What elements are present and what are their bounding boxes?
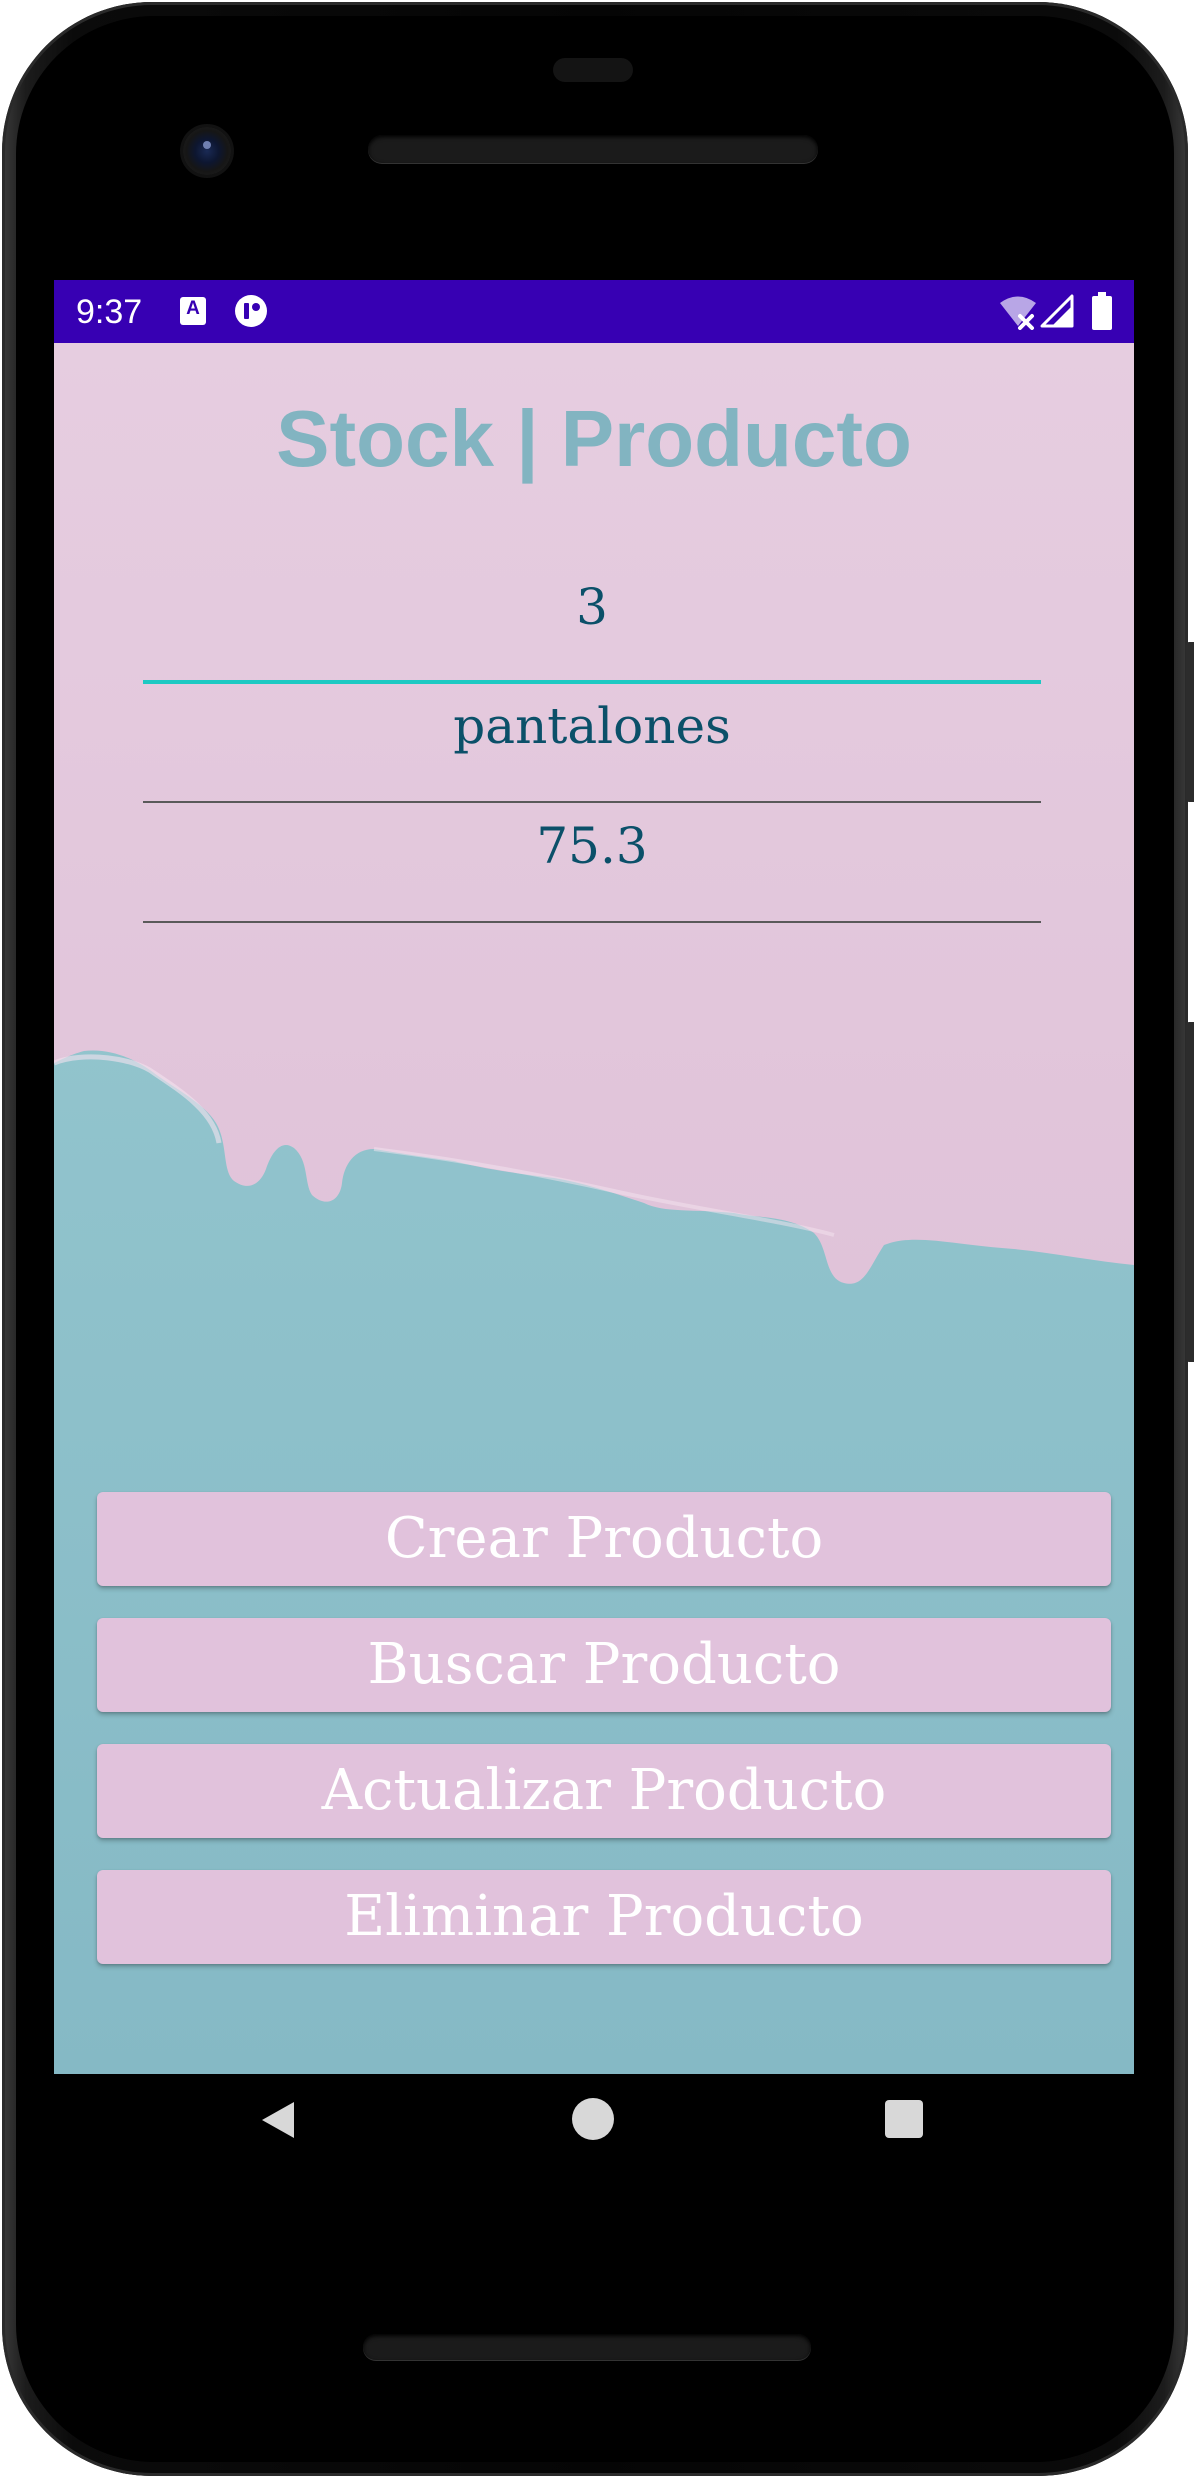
signal-icon: [1040, 294, 1074, 328]
front-camera-icon: [183, 127, 231, 175]
app-notification-icon: [235, 295, 267, 327]
recents-icon[interactable]: [885, 2100, 923, 2138]
top-sensor-slot: [553, 58, 633, 82]
create-product-button[interactable]: Crear Producto: [97, 1492, 1111, 1586]
search-product-button[interactable]: Buscar Producto: [97, 1618, 1111, 1712]
battery-icon: [1092, 292, 1112, 330]
back-icon[interactable]: [256, 2098, 300, 2142]
phone-frame: 9:37 A Stock | Producto 3 pantalones 75.…: [2, 2, 1194, 2476]
product-code-underline: [143, 680, 1041, 684]
product-name-input[interactable]: [143, 686, 1041, 766]
status-bar: 9:37 A: [54, 280, 1134, 343]
accessibility-a-icon: A: [180, 297, 206, 325]
product-price-input[interactable]: [143, 806, 1041, 886]
power-button: [1186, 642, 1194, 802]
page-title: Stock | Producto: [276, 394, 912, 483]
home-icon[interactable]: [572, 2098, 614, 2140]
wifi-icon: [1000, 296, 1036, 330]
navigation-bar: [2, 2074, 1194, 2204]
product-code-input[interactable]: [143, 567, 1041, 647]
product-price-underline: [143, 921, 1041, 923]
product-name-underline: [143, 801, 1041, 803]
device-screen: 9:37 A Stock | Producto 3 pantalones 75.…: [54, 280, 1134, 2074]
volume-rocker: [1186, 1022, 1194, 1362]
earpiece-speaker: [368, 135, 818, 163]
delete-product-button[interactable]: Eliminar Producto: [97, 1870, 1111, 1964]
app-content: Stock | Producto Crear Producto Buscar P…: [54, 343, 1134, 2074]
bottom-speaker: [363, 2334, 811, 2360]
status-time: 9:37: [76, 293, 143, 331]
update-product-button[interactable]: Actualizar Producto: [97, 1744, 1111, 1838]
